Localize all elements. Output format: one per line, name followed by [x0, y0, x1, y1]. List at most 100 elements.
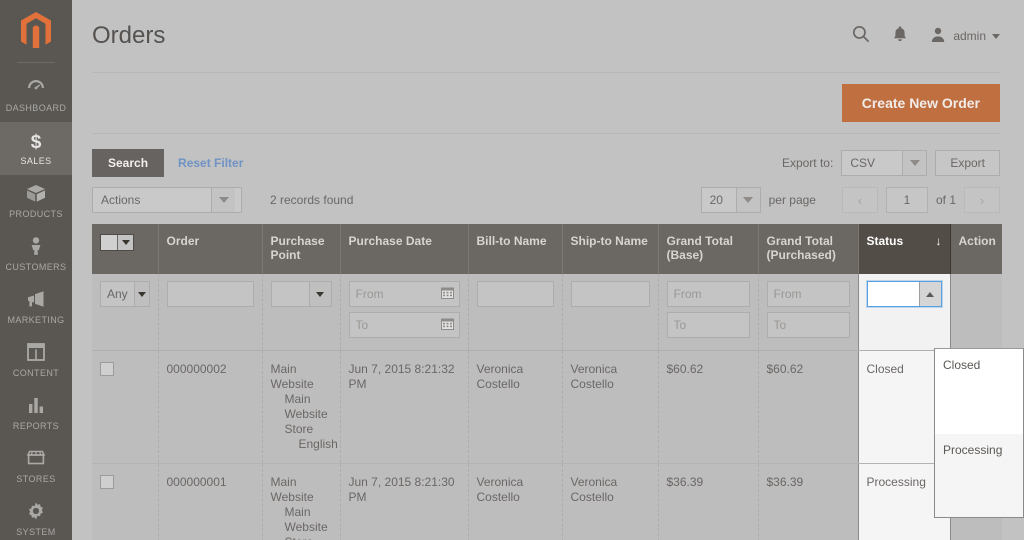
sidebar-item-sales[interactable]: $ SALES: [0, 122, 72, 175]
cell-order: 000000002: [158, 350, 263, 464]
row-checkbox[interactable]: [100, 475, 114, 489]
column-header-grand-total-purchased[interactable]: Grand Total (Purchased): [758, 224, 859, 274]
column-header-grand-total-base[interactable]: Grand Total (Base): [658, 224, 759, 274]
filter-purchased-from-input[interactable]: [766, 281, 850, 307]
export-format-select[interactable]: CSV: [841, 150, 928, 176]
export-controls: Export to: CSV Export: [782, 150, 1000, 176]
sidebar-item-customers[interactable]: CUSTOMERS: [0, 228, 72, 281]
magento-logo[interactable]: [0, 0, 72, 62]
per-page-select[interactable]: 20: [700, 187, 761, 213]
purchase-point-store: Main Website Store: [284, 392, 328, 436]
filter-row: Any: [92, 274, 1002, 351]
filter-massaction-cell: Any: [92, 274, 159, 351]
page-title: Orders: [92, 22, 166, 49]
column-header-purchase-point[interactable]: Purchase Point: [262, 224, 341, 274]
filter-grand-total-purchased-cell: [758, 274, 859, 351]
export-button[interactable]: Export: [935, 150, 1000, 176]
sidebar-item-stores[interactable]: STORES: [0, 440, 72, 493]
row-checkbox[interactable]: [100, 362, 114, 376]
per-page-value: 20: [709, 193, 723, 207]
cell-purchase-date: Jun 7, 2015 8:21:30 PM: [340, 463, 469, 540]
column-header-ship-to-name[interactable]: Ship-to Name: [562, 224, 659, 274]
filter-purchase-point-value: [272, 282, 309, 306]
sidebar-item-label: STORES: [16, 474, 56, 484]
filter-purchased-from-wrap: [766, 281, 850, 307]
pagination-controls: 20 per page ‹ of 1 ›: [700, 187, 1000, 213]
filter-purchased-to-input[interactable]: [766, 312, 850, 338]
search-button[interactable]: Search: [92, 149, 165, 177]
filter-purchase-point-select[interactable]: [270, 281, 332, 307]
search-icon[interactable]: [851, 24, 871, 49]
grid-search-controls: Search Reset Filter: [92, 149, 243, 177]
chevron-down-icon: [735, 188, 760, 212]
gear-icon: [2, 500, 70, 524]
next-page-button[interactable]: ›: [964, 187, 1000, 213]
svg-text:$: $: [31, 132, 42, 153]
cell-purchase-point: Main Website Main Website Store English: [262, 350, 341, 464]
column-header-massaction: [92, 224, 159, 274]
cell-purchase-date: Jun 7, 2015 8:21:32 PM: [340, 350, 469, 464]
admin-user-name: admin: [953, 29, 986, 43]
purchase-point-store: Main Website Store: [284, 505, 328, 540]
megaphone-icon: [2, 288, 70, 312]
bell-icon[interactable]: [891, 24, 909, 49]
sidebar-item-label: DASHBOARD: [5, 103, 67, 113]
calendar-icon[interactable]: [440, 316, 455, 334]
column-header-order[interactable]: Order: [158, 224, 263, 274]
cell-purchase-point: Main Website Main Website Store English: [262, 463, 341, 540]
chevron-down-icon: [117, 235, 133, 250]
dollar-icon: $: [2, 129, 70, 153]
sidebar-item-reports[interactable]: REPORTS: [0, 387, 72, 440]
create-new-order-button[interactable]: Create New Order: [841, 84, 1000, 122]
header-actions: admin: [851, 24, 1000, 49]
filter-massaction-select[interactable]: Any: [100, 281, 150, 307]
filter-base-from-input[interactable]: [666, 281, 750, 307]
column-header-bill-to-name[interactable]: Bill-to Name: [468, 224, 563, 274]
sidebar-item-label: SALES: [20, 156, 52, 166]
filter-bill-to-name-input[interactable]: [476, 281, 554, 307]
cell-order: 000000001: [158, 463, 263, 540]
chevron-down-icon: [133, 282, 149, 306]
table-header-row: Order Purchase Point Purchase Date Bill-…: [92, 224, 1002, 274]
filter-purchase-date-cell: [340, 274, 469, 351]
actions-select[interactable]: Actions: [92, 187, 242, 213]
box-icon: [2, 182, 70, 206]
filter-status-select-wrap: [866, 281, 942, 307]
sidebar-item-marketing[interactable]: MARKETING: [0, 281, 72, 334]
grid-toolbar-top: Search Reset Filter Export to: CSV Expor…: [92, 148, 1000, 178]
cell-ship-to-name: Veronica Costello: [562, 463, 659, 540]
filter-base-to-input[interactable]: [666, 312, 750, 338]
column-header-status-label: Status: [866, 234, 904, 248]
admin-user-menu[interactable]: admin: [929, 26, 1000, 47]
sidebar-item-content[interactable]: CONTENT: [0, 334, 72, 387]
cell-bill-to-name: Veronica Costello: [468, 463, 563, 540]
filter-order-cell: [158, 274, 263, 351]
select-all-dropdown[interactable]: [100, 234, 134, 251]
chevron-up-icon: [918, 282, 941, 306]
prev-page-button[interactable]: ‹: [841, 187, 878, 213]
calendar-icon[interactable]: [440, 285, 455, 303]
page-header: Orders admin: [72, 0, 1024, 72]
reset-filter-link[interactable]: Reset Filter: [178, 156, 243, 170]
sidebar-item-system[interactable]: SYSTEM: [0, 493, 72, 540]
filter-order-input[interactable]: [166, 281, 254, 307]
filter-base-from-wrap: [666, 281, 750, 307]
status-option-processing[interactable]: Processing: [935, 434, 1023, 517]
sidebar-item-label: MARKETING: [7, 315, 65, 325]
status-filter-dropdown-panel[interactable]: Closed Processing: [934, 348, 1024, 518]
total-pages-label: of 1: [935, 193, 956, 207]
dashboard-icon: [2, 76, 70, 100]
cell-ship-to-name: Veronica Costello: [562, 350, 659, 464]
cell-grand-total-purchased: $36.39: [758, 463, 859, 540]
column-header-status[interactable]: Status ↓: [857, 224, 951, 274]
status-option-closed[interactable]: Closed: [935, 349, 1023, 434]
filter-ship-to-name-input[interactable]: [570, 281, 650, 307]
filter-status-select[interactable]: [866, 281, 942, 307]
column-header-action: Action: [950, 224, 1002, 274]
column-header-purchase-date[interactable]: Purchase Date: [340, 224, 469, 274]
current-page-input[interactable]: [885, 187, 928, 213]
table-row[interactable]: 000000001 Main Website Main Website Stor…: [92, 463, 1002, 540]
table-row[interactable]: 000000002 Main Website Main Website Stor…: [92, 350, 1002, 464]
sidebar-item-products[interactable]: PRODUCTS: [0, 175, 72, 228]
sidebar-item-dashboard[interactable]: DASHBOARD: [0, 69, 72, 122]
